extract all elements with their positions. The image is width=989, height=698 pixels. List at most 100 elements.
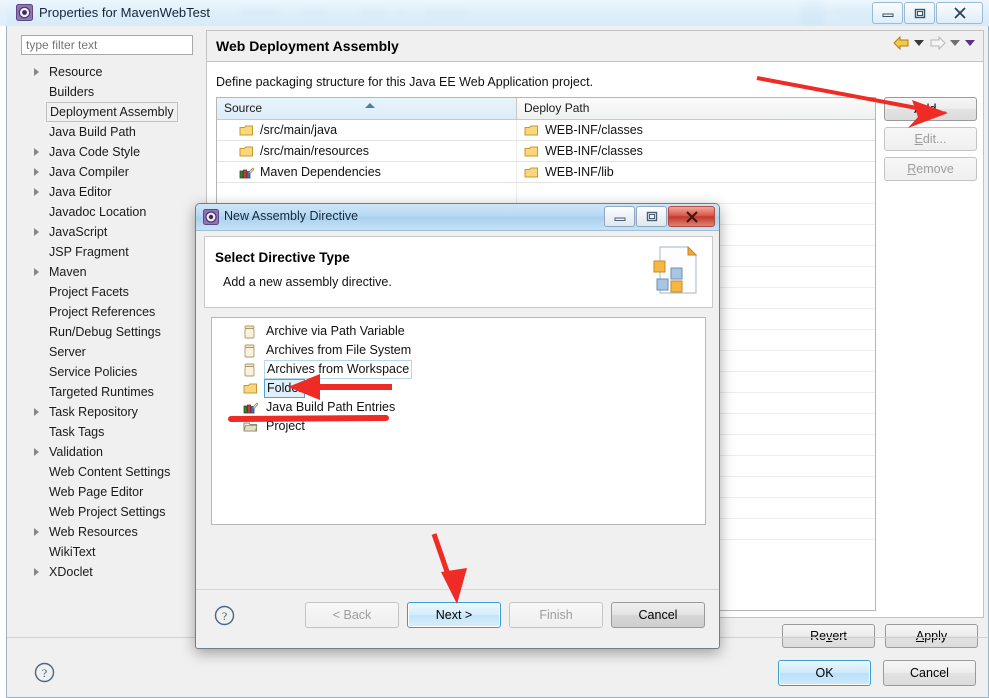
- dialog-minimize-button[interactable]: [604, 206, 635, 227]
- sidebar-item[interactable]: Project Facets: [21, 282, 196, 302]
- dialog-maximize-button[interactable]: [636, 206, 667, 227]
- sidebar-item[interactable]: Web Project Settings: [21, 502, 196, 522]
- sidebar-item[interactable]: Java Compiler: [21, 162, 196, 182]
- next-button[interactable]: Next >: [407, 602, 501, 628]
- dialog-title: New Assembly Directive: [224, 209, 359, 223]
- wizard-buttons: < Back Next > Finish Cancel: [305, 602, 705, 628]
- sidebar-item[interactable]: Java Editor: [21, 182, 196, 202]
- sidebar-item[interactable]: WikiText: [21, 542, 196, 562]
- add-button[interactable]: Ad d...: [884, 97, 977, 121]
- cell-deploy: WEB-INF/classes: [517, 141, 875, 161]
- sidebar-item[interactable]: Server: [21, 342, 196, 362]
- dialog-close-button[interactable]: [668, 206, 715, 227]
- sidebar-item[interactable]: Task Tags: [21, 422, 196, 442]
- sidebar-item[interactable]: Run/Debug Settings: [21, 322, 196, 342]
- dialog-cancel-button[interactable]: Cancel: [611, 602, 705, 628]
- sidebar-item[interactable]: Builders: [21, 82, 196, 102]
- list-item-label: Folder: [264, 379, 306, 398]
- sidebar-item[interactable]: Maven: [21, 262, 196, 282]
- help-question-icon[interactable]: ?: [34, 662, 55, 683]
- sidebar-item-label: Project References: [49, 305, 156, 319]
- eclipse-wizard-icon: [203, 209, 219, 225]
- sidebar-item-label: Run/Debug Settings: [49, 325, 161, 339]
- content-header: Web Deployment Assembly: [207, 31, 983, 62]
- table-row[interactable]: Maven Dependencies WEB-INF/lib: [217, 162, 875, 183]
- minimize-button[interactable]: [872, 2, 903, 24]
- list-item[interactable]: Archives from Workspace: [212, 360, 705, 379]
- sidebar-item-label: Project Facets: [49, 285, 129, 299]
- sidebar-item-label: Deployment Assembly: [46, 102, 178, 122]
- close-button[interactable]: [936, 2, 983, 24]
- back-button[interactable]: < Back: [305, 602, 399, 628]
- chevron-right-icon: [34, 448, 39, 456]
- remove-button[interactable]: Remove: [884, 157, 977, 181]
- page-title: Web Deployment Assembly: [216, 38, 399, 54]
- dialog-title-bar: New Assembly Directive: [196, 204, 719, 231]
- sidebar-item[interactable]: JSP Fragment: [21, 242, 196, 262]
- sidebar-item[interactable]: JavaScript: [21, 222, 196, 242]
- directive-type-list[interactable]: Archive via Path Variable Archives from …: [211, 317, 706, 525]
- sidebar-item[interactable]: XDoclet: [21, 562, 196, 582]
- list-item[interactable]: Java Build Path Entries: [212, 398, 705, 417]
- sidebar-item-label: Java Editor: [49, 185, 112, 199]
- sidebar-item-label: Resource: [49, 65, 103, 79]
- sidebar-item[interactable]: Targeted Runtimes: [21, 382, 196, 402]
- new-assembly-directive-dialog: New Assembly Directive Select Directive …: [195, 203, 720, 649]
- sidebar-item-deployment-assembly[interactable]: Deployment Assembly: [21, 102, 196, 122]
- chevron-down-icon[interactable]: [914, 40, 924, 46]
- list-item[interactable]: Project: [212, 417, 705, 436]
- list-item-label: Archive via Path Variable: [266, 324, 405, 338]
- sidebar-item[interactable]: Java Code Style: [21, 142, 196, 162]
- filter-input[interactable]: [21, 35, 193, 55]
- sidebar-item-label: Web Content Settings: [49, 465, 171, 479]
- sidebar-item[interactable]: Validation: [21, 442, 196, 462]
- preferences-tree[interactable]: Resource Builders Deployment Assembly Ja…: [21, 62, 196, 637]
- sidebar-item-label: Task Repository: [49, 405, 138, 419]
- sidebar-item[interactable]: Java Build Path: [21, 122, 196, 142]
- table-row[interactable]: /src/main/java WEB-INF/classes: [217, 120, 875, 141]
- chevron-right-icon: [34, 228, 39, 236]
- dialog-header: Select Directive Type Add a new assembly…: [204, 236, 713, 308]
- sidebar-item-label: Javadoc Location: [49, 205, 147, 219]
- sidebar-item-label: JSP Fragment: [49, 245, 129, 259]
- list-item[interactable]: Archive via Path Variable: [212, 322, 705, 341]
- finish-button[interactable]: Finish: [509, 602, 603, 628]
- sidebar-item[interactable]: Web Content Settings: [21, 462, 196, 482]
- list-item-folder[interactable]: Folder: [212, 379, 705, 398]
- sidebar-item[interactable]: Project References: [21, 302, 196, 322]
- sidebar-item[interactable]: Service Policies: [21, 362, 196, 382]
- cell-source: /src/main/resources: [217, 141, 517, 161]
- list-item[interactable]: Archives from File System: [212, 341, 705, 360]
- column-header-deploy-path[interactable]: Deploy Path: [517, 98, 875, 119]
- window-title: Properties for MavenWebTest: [39, 5, 210, 20]
- window-controls: [872, 2, 983, 24]
- table-header: Source Deploy Path: [217, 98, 875, 120]
- cell-deploy-label: WEB-INF/classes: [545, 123, 643, 137]
- chevron-right-icon: [34, 168, 39, 176]
- table-row[interactable]: /src/main/resources WEB-INF/classes: [217, 141, 875, 162]
- sidebar-item[interactable]: Web Resources: [21, 522, 196, 542]
- sidebar-item[interactable]: Task Repository: [21, 402, 196, 422]
- help-question-icon[interactable]: ?: [214, 605, 235, 626]
- sidebar-item[interactable]: Resource: [21, 62, 196, 82]
- sidebar-item-label: Targeted Runtimes: [49, 385, 154, 399]
- list-item-label: Archives from Workspace: [264, 360, 413, 379]
- library-icon: [243, 401, 259, 414]
- list-item-label: Project: [266, 419, 305, 433]
- ok-button[interactable]: OK: [778, 660, 871, 686]
- sidebar-item[interactable]: Javadoc Location: [21, 202, 196, 222]
- back-arrow-icon[interactable]: [893, 35, 909, 51]
- chevron-down-icon[interactable]: [950, 40, 960, 46]
- svg-text:?: ?: [222, 609, 227, 623]
- edit-button[interactable]: Edit...: [884, 127, 977, 151]
- cancel-button[interactable]: Cancel: [883, 660, 976, 686]
- view-menu-chevron-down-icon[interactable]: [965, 40, 975, 46]
- column-header-source[interactable]: Source: [217, 98, 517, 119]
- maximize-button[interactable]: [904, 2, 935, 24]
- dialog-heading: Select Directive Type: [215, 250, 350, 265]
- jar-icon: [243, 344, 258, 358]
- jar-icon: [243, 363, 258, 377]
- sidebar-item[interactable]: Web Page Editor: [21, 482, 196, 502]
- svg-text:?: ?: [42, 666, 47, 680]
- sidebar-item-label: Task Tags: [49, 425, 105, 439]
